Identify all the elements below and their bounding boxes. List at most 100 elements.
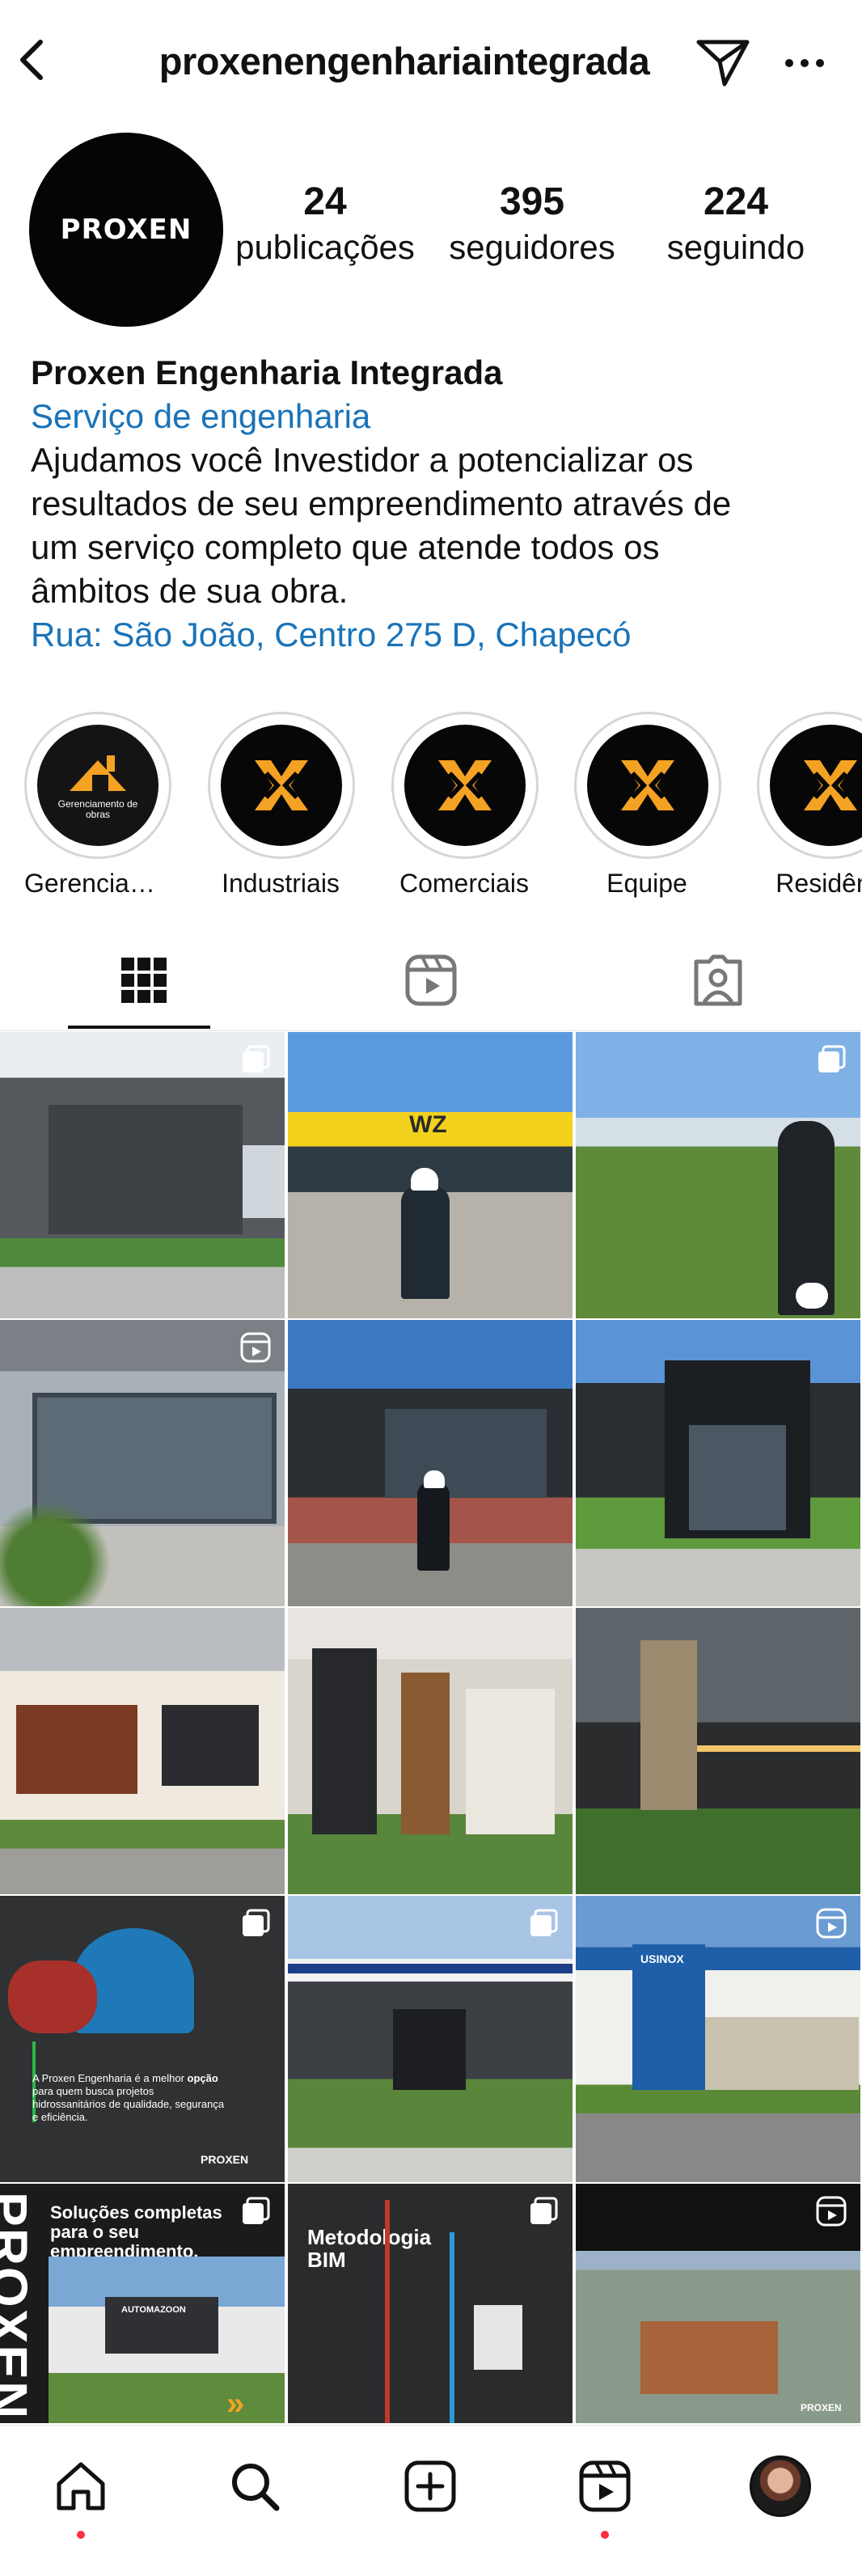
post-tile[interactable] [576, 1320, 860, 1606]
highlight-label: Equipe [606, 869, 687, 898]
stat-posts[interactable]: 24 publicações [228, 180, 422, 270]
nav-create[interactable] [394, 2450, 467, 2523]
bio-location-link[interactable]: Rua: São João, Centro 275 D, Chapecó [31, 613, 839, 657]
post-tile[interactable]: WZ [288, 1032, 573, 1318]
highlight-cover [221, 725, 342, 846]
stat-followers-count: 395 [499, 180, 565, 223]
facade-panel [466, 1689, 555, 1834]
nav-profile[interactable] [744, 2450, 817, 2523]
reel-icon [816, 2196, 847, 2227]
highlight-gerenciamento[interactable]: Gerenciamento de obras Gerenciame... [24, 712, 171, 899]
active-tab-indicator [68, 1026, 210, 1029]
building-sign: AUTOMAZOON [121, 2305, 186, 2315]
post-caption: A Proxen Engenharia é a melhor opção par… [32, 2072, 226, 2124]
proxen-x-logo-icon [255, 760, 308, 810]
stat-posts-label: publicações [235, 228, 415, 266]
pipe [450, 2232, 454, 2423]
stone-column [312, 1648, 377, 1834]
post-tile[interactable]: A Proxen Engenharia é a melhor opção par… [0, 1896, 285, 2182]
post-tile[interactable]: USINOX [576, 1896, 860, 2182]
paper-plane-icon[interactable] [692, 34, 754, 91]
highlight-industriais[interactable]: Industriais [208, 712, 355, 899]
reel-icon [240, 1332, 271, 1363]
tab-tagged[interactable] [574, 930, 861, 1030]
post-headline: Soluções completas para o seu empreendim… [50, 2202, 222, 2261]
post-tile[interactable] [0, 1608, 285, 1894]
highlight-equipe[interactable]: Equipe [574, 712, 721, 899]
reel-icon [816, 1908, 847, 1939]
stat-following-count: 224 [703, 180, 769, 223]
post-tile[interactable] [576, 1608, 860, 1894]
palm-leaves [0, 1490, 121, 1606]
stat-followers[interactable]: 395 seguidores [437, 180, 627, 270]
nav-reels[interactable] [568, 2450, 641, 2523]
highlight-label: Gerenciame... [24, 869, 170, 898]
post-tile[interactable]: PROXEN [576, 2184, 860, 2423]
stone-column [640, 1640, 697, 1810]
proxen-x-logo-icon [438, 760, 492, 810]
home-notification-dot [77, 2531, 85, 2539]
highlight-cover: Gerenciamento de obras [37, 725, 158, 846]
highlight-label: Comerciais [399, 869, 530, 898]
highlight-ring [208, 712, 355, 859]
highlight-ring [391, 712, 539, 859]
reels-icon [405, 954, 456, 1006]
highlight-label: Industriais [222, 869, 340, 898]
highlight-residencias[interactable]: Residênc [750, 712, 862, 899]
hard-hat [411, 1168, 438, 1191]
post-tile[interactable] [0, 1032, 285, 1318]
carousel-icon [243, 1045, 270, 1072]
highlight-ring [574, 712, 721, 859]
reels-icon [579, 2460, 631, 2512]
tab-grid[interactable] [0, 930, 287, 1030]
post-caption-prefix: A Proxen Engenharia é a melhor [32, 2072, 184, 2084]
top-bar: proxenengenhariaintegrada [0, 0, 862, 121]
bio-name: Proxen Engenharia Integrada [31, 353, 503, 391]
post-caption-bold: opção [187, 2072, 218, 2084]
engineer-figure [417, 1482, 450, 1571]
construction-site [640, 2321, 778, 2394]
storefront-sign: WZ [409, 1111, 447, 1138]
window-pane [162, 1705, 259, 1786]
chevron-left-icon[interactable] [8, 31, 57, 87]
led-strip [697, 1745, 860, 1752]
construction-logo-icon [70, 755, 126, 791]
profile-tabs [0, 930, 862, 1031]
bio-category[interactable]: Serviço de engenharia [31, 395, 839, 438]
post-tile[interactable] [288, 1608, 573, 1894]
profile-avatar[interactable]: PROXEN [29, 133, 223, 327]
profile-username: proxenengenhariaintegrada [158, 40, 650, 82]
more-horizontal-icon[interactable] [776, 40, 833, 86]
stat-following-label: seguindo [666, 228, 805, 266]
glass-entrance [689, 1425, 786, 1530]
reels-notification-dot [601, 2531, 609, 2539]
post-tile[interactable] [288, 1896, 573, 2182]
highlight-comerciais[interactable]: Comerciais [391, 712, 539, 899]
stat-posts-count: 24 [303, 180, 347, 223]
post-caption-rest: para quem busca projetos hidrossanitário… [32, 2085, 225, 2123]
post-tile[interactable] [0, 1320, 285, 1606]
home-icon [57, 2462, 105, 2510]
hard-hat [424, 1470, 445, 1488]
building-sign: USINOX [640, 1952, 684, 1965]
tagged-person-icon [694, 954, 742, 1006]
tower-block [632, 1944, 705, 2090]
hard-hat [796, 1283, 828, 1309]
post-logo: PROXEN [201, 2153, 249, 2166]
nav-home[interactable] [44, 2450, 117, 2523]
pipe [385, 2200, 390, 2423]
post-tile[interactable]: PROXEN Soluções completas para o seu emp… [0, 2184, 285, 2423]
post-tile[interactable] [576, 1032, 860, 1318]
profile-bio: Proxen Engenharia Integrada Serviço de e… [31, 351, 839, 657]
nav-search[interactable] [218, 2450, 291, 2523]
tab-reels[interactable] [287, 930, 574, 1030]
building-facade [49, 1105, 243, 1234]
post-side-logo: PROXEN [0, 2192, 38, 2421]
stat-following[interactable]: 224 seguindo [647, 180, 825, 270]
post-tile[interactable] [288, 1320, 573, 1606]
avatar-logo: PROXEN [60, 214, 192, 246]
arrow-right-icon: » [226, 2386, 245, 2422]
highlight-cover [404, 725, 526, 846]
profile-avatar-icon [750, 2455, 811, 2517]
post-tile[interactable]: Metodologia BIM [288, 2184, 573, 2423]
